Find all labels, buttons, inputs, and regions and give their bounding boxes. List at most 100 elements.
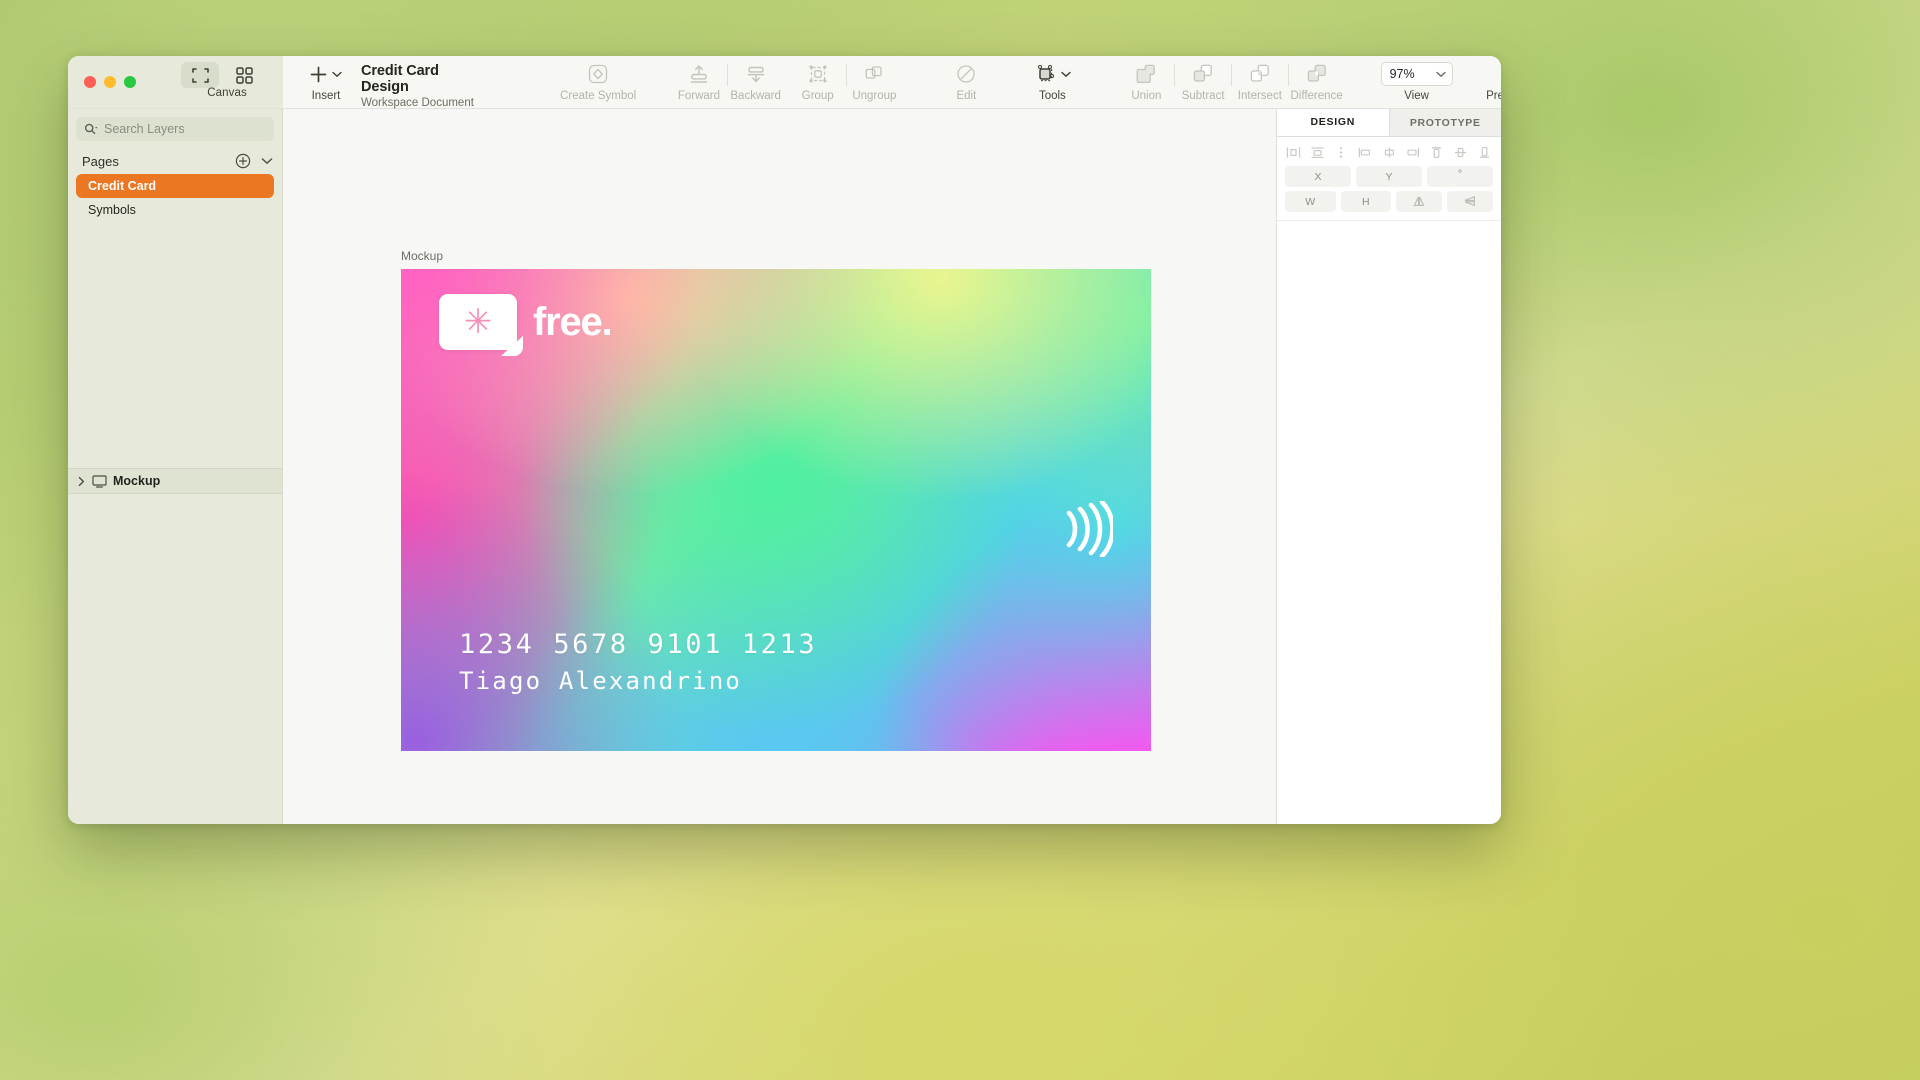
insert-button[interactable]: Insert — [301, 61, 351, 102]
y-field[interactable]: Y — [1356, 166, 1422, 187]
app-window: Canvas Insert Credit Card Design Workspa… — [68, 56, 1501, 824]
ungroup-button[interactable]: Ungroup — [849, 61, 899, 102]
create-symbol-label: Create Symbol — [560, 90, 637, 102]
canvas-view-button[interactable] — [181, 62, 219, 88]
layer-row-mockup[interactable]: Mockup — [68, 468, 282, 494]
create-symbol-button[interactable]: Create Symbol — [560, 61, 636, 102]
flip-horizontal-button[interactable] — [1396, 191, 1442, 212]
asterisk-icon: ✳ — [463, 303, 493, 341]
send-backward-button[interactable]: Backward — [730, 61, 781, 102]
edit-button[interactable]: Edit — [941, 61, 991, 102]
subtract-icon — [1192, 61, 1214, 87]
tools-chevron-down-icon[interactable] — [1061, 71, 1071, 78]
alignment-toolbar — [1277, 137, 1501, 164]
insert-label: Insert — [311, 90, 341, 102]
union-icon — [1135, 61, 1157, 87]
align-center-icon[interactable] — [1381, 144, 1398, 160]
plus-icon — [310, 66, 327, 83]
preview-label: Preview — [1486, 90, 1501, 102]
search-input[interactable]: Search Layers — [76, 117, 274, 141]
zoom-button[interactable] — [124, 76, 136, 88]
difference-icon — [1306, 61, 1328, 87]
toolbar-divider-2 — [845, 64, 847, 86]
backward-label: Backward — [730, 90, 781, 102]
window-body: Search Layers Pages Credit Card Symbols … — [68, 109, 1501, 824]
subtract-button[interactable]: Subtract — [1178, 61, 1228, 102]
inspector-tabs: DESIGN PROTOTYPE — [1277, 109, 1501, 137]
page-item-label: Credit Card — [88, 179, 157, 193]
zoom-select[interactable]: 97% — [1380, 62, 1453, 86]
intersect-button[interactable]: Intersect — [1235, 61, 1285, 102]
rotation-field[interactable]: ° — [1427, 166, 1493, 187]
position-fields-row: X Y ° — [1277, 164, 1501, 189]
close-button[interactable] — [84, 76, 96, 88]
toolbar-divider-3 — [1174, 64, 1176, 86]
artboard-icon — [92, 474, 107, 488]
page-title: Credit Card Design — [361, 63, 439, 95]
toolbar-main-section: Insert Credit Card Design Workspace Docu… — [283, 56, 1501, 121]
pages-title: Pages — [82, 153, 119, 169]
chevron-down-icon[interactable] — [332, 71, 342, 78]
chevron-down-icon[interactable] — [1435, 71, 1446, 78]
grid-view-button[interactable] — [225, 62, 263, 88]
insert-group[interactable]: Insert — [301, 61, 351, 102]
plus-circle-icon[interactable] — [235, 153, 251, 169]
tools-button[interactable]: Tools — [1027, 61, 1077, 102]
flip-vertical-button[interactable] — [1447, 191, 1493, 212]
view-zoom-control[interactable]: 97% View — [1378, 61, 1456, 102]
logo-tile: ✳ — [439, 294, 517, 350]
layers-empty-space — [68, 222, 282, 468]
chevron-right-icon[interactable] — [77, 476, 86, 487]
align-middle-icon[interactable] — [1452, 144, 1469, 160]
width-field[interactable]: W — [1285, 191, 1336, 212]
toolbar-left-section: Canvas — [68, 56, 283, 108]
align-top-icon[interactable] — [1428, 144, 1445, 160]
intersect-label: Intersect — [1237, 90, 1282, 102]
ungroup-label: Ungroup — [852, 90, 897, 102]
brand-wordmark: free. — [533, 299, 613, 344]
group-button[interactable]: Group — [793, 61, 843, 102]
align-left-edge-icon[interactable] — [1357, 144, 1374, 160]
grid-icon — [235, 66, 253, 84]
inspector-panel: DESIGN PROTOTYPE X Y ° W H — [1276, 109, 1501, 824]
inspector-content — [1277, 220, 1501, 824]
artboard-mockup[interactable]: ✳ free. 1234 5678 9101 1213 Tiago Alexan… — [401, 269, 1151, 751]
align-right-edge-icon[interactable] — [1404, 144, 1421, 160]
card-number: 1234 5678 9101 1213 — [459, 629, 818, 660]
pages-header: Pages — [68, 141, 282, 174]
align-center-horizontal-icon[interactable] — [1309, 144, 1326, 160]
bring-forward-button[interactable]: Forward — [674, 61, 724, 102]
canvas[interactable]: Mockup ✳ free. 1234 5678 9101 1213 Tiago… — [283, 109, 1276, 824]
window-controls[interactable] — [84, 76, 136, 88]
forward-label: Forward — [677, 90, 720, 102]
sidebar-item-symbols[interactable]: Symbols — [76, 198, 274, 222]
align-left-icon[interactable] — [1285, 144, 1302, 160]
contactless-waves-icon — [1063, 501, 1113, 557]
difference-button[interactable]: Difference — [1290, 61, 1343, 102]
bring-forward-icon — [688, 61, 710, 87]
ungroup-icon — [863, 61, 885, 87]
minimize-button[interactable] — [104, 76, 116, 88]
layer-name: Mockup — [113, 474, 161, 488]
distribute-icon[interactable] — [1333, 144, 1350, 160]
size-fields-row: W H — [1277, 189, 1501, 214]
tab-design[interactable]: DESIGN — [1277, 109, 1390, 136]
x-field[interactable]: X — [1285, 166, 1351, 187]
view-label: View — [1404, 90, 1429, 102]
union-button[interactable]: Union — [1121, 61, 1171, 102]
create-symbol-icon — [587, 61, 609, 87]
union-label: Union — [1131, 90, 1162, 102]
preview-button[interactable]: Preview — [1482, 61, 1501, 102]
sidebar: Search Layers Pages Credit Card Symbols … — [68, 109, 283, 824]
tab-prototype[interactable]: PROTOTYPE — [1389, 109, 1501, 136]
sidebar-item-credit-card[interactable]: Credit Card — [76, 174, 274, 198]
view-toggle-label: Canvas — [207, 87, 247, 99]
page-item-label: Symbols — [88, 203, 136, 217]
height-field[interactable]: H — [1340, 191, 1391, 212]
artboard-label[interactable]: Mockup — [401, 249, 443, 263]
view-mode-toggle[interactable] — [181, 62, 263, 88]
align-bottom-icon[interactable] — [1476, 144, 1493, 160]
chevron-down-icon[interactable] — [261, 157, 273, 165]
edit-label: Edit — [956, 90, 977, 102]
artboard-icon — [191, 67, 210, 83]
